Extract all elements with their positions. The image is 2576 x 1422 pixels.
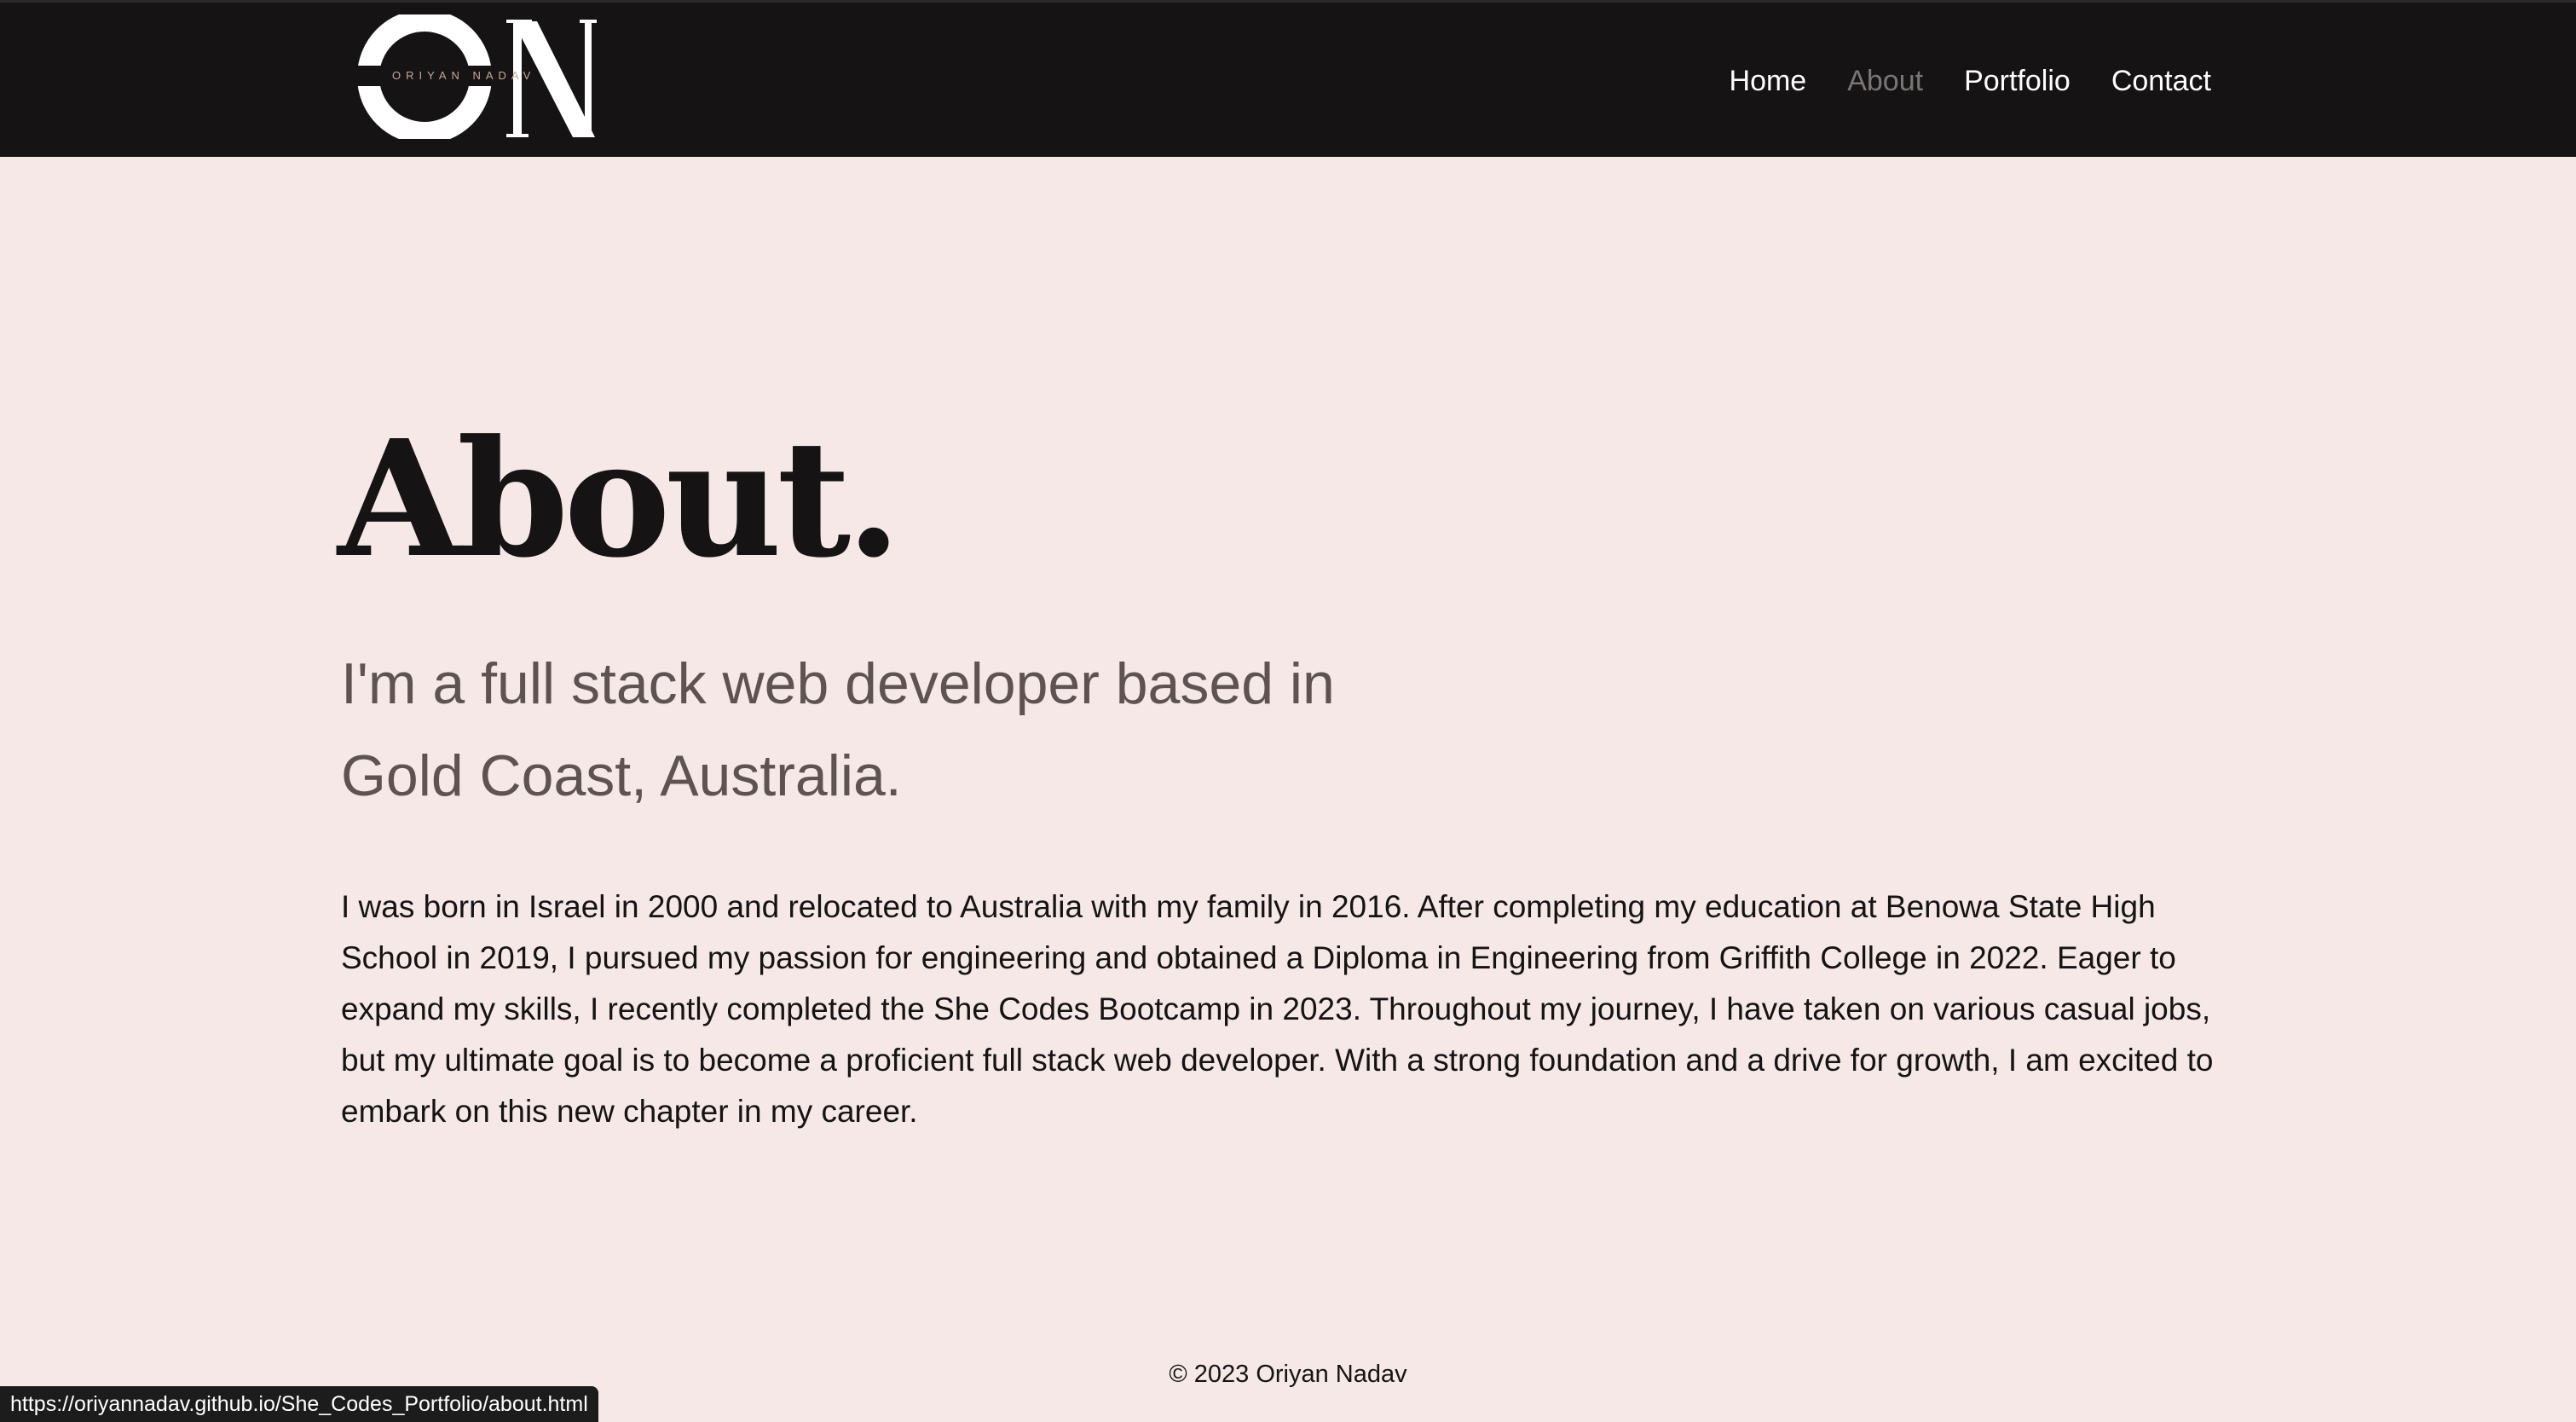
navbar: ORIYAN NADAV Home About Portfolio Contac… — [0, 0, 2576, 157]
bio-paragraph: I was born in Israel in 2000 and relocat… — [341, 889, 2214, 1129]
nav-portfolio[interactable]: Portfolio — [1964, 65, 2071, 98]
nav-about[interactable]: About — [1847, 65, 1923, 98]
nav-contact[interactable]: Contact — [2111, 65, 2211, 98]
page-title: About. — [338, 405, 902, 593]
nav-home[interactable]: Home — [1730, 65, 1807, 98]
logo-link[interactable]: ORIYAN NADAV — [356, 14, 598, 139]
page: ORIYAN NADAV Home About Portfolio Contac… — [0, 0, 2576, 1422]
main-nav: Home About Portfolio Contact — [1730, 62, 2211, 100]
page-subtitle: I'm a full stack web developer based in … — [341, 651, 1335, 808]
browser-status-url: https://oriyannadav.github.io/She_Codes_… — [0, 1386, 598, 1422]
logo-name: ORIYAN NADAV — [392, 69, 536, 82]
footer-copyright: © 2023 Oriyan Nadav — [1169, 1361, 1407, 1388]
